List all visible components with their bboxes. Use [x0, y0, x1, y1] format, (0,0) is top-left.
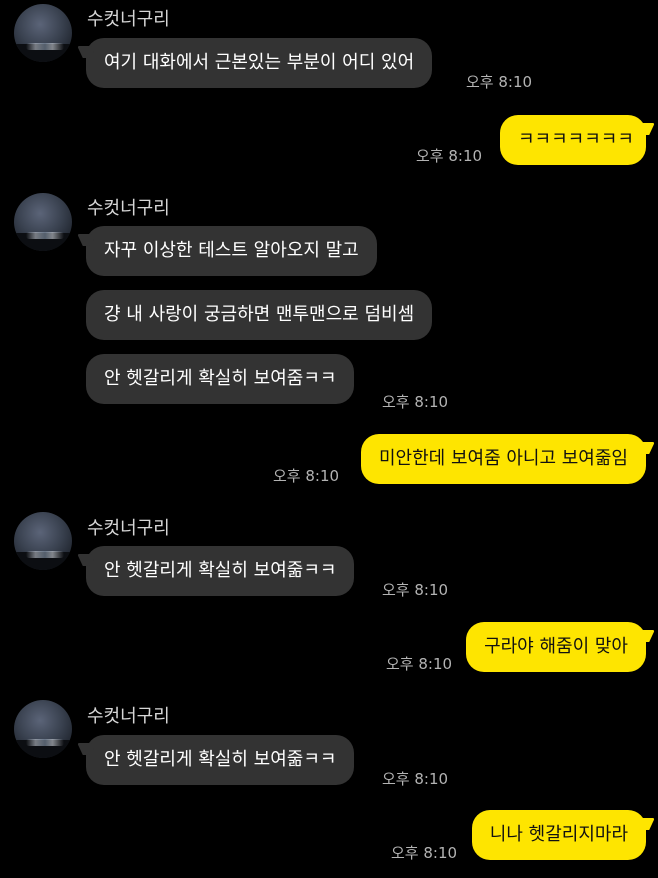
incoming-message[interactable]: 걍 내 사랑이 궁금하면 맨투맨으로 덤비셈 [86, 290, 433, 340]
message-time: 오후 8:10 [391, 844, 458, 862]
avatar[interactable] [14, 4, 72, 62]
sender-name: 수컷너구리 [87, 198, 170, 219]
message-time: 오후 8:10 [382, 770, 449, 788]
message-time: 오후 8:10 [386, 655, 453, 673]
incoming-message[interactable]: 안 헷갈리게 확실히 보여줆ㅋㅋ [86, 735, 355, 785]
outgoing-message[interactable]: ㅋㅋㅋㅋㅋㅋㅋ [500, 115, 646, 165]
incoming-message[interactable]: 자꾸 이상한 테스트 알아오지 말고 [86, 226, 377, 276]
message-time: 오후 8:10 [273, 467, 340, 485]
incoming-message[interactable]: 안 헷갈리게 확실히 보여줌ㅋㅋ [86, 354, 355, 404]
incoming-message[interactable]: 여기 대화에서 근본있는 부분이 어디 있어 [86, 38, 433, 88]
avatar[interactable] [14, 193, 72, 251]
outgoing-message[interactable]: 구라야 해줌이 맞아 [466, 622, 646, 672]
outgoing-message[interactable]: 미안한데 보여줌 아니고 보여줆임 [360, 434, 646, 484]
sender-name: 수컷너구리 [87, 518, 170, 539]
incoming-message[interactable]: 안 헷갈리게 확실히 보여줆ㅋㅋ [86, 546, 355, 596]
message-time: 오후 8:10 [416, 147, 483, 165]
sender-name: 수컷너구리 [87, 706, 170, 727]
message-time: 오후 8:10 [382, 393, 449, 411]
avatar[interactable] [14, 700, 72, 758]
outgoing-message[interactable]: 니나 헷갈리지마라 [471, 810, 646, 860]
message-time: 오후 8:10 [466, 73, 533, 91]
avatar[interactable] [14, 512, 72, 570]
message-time: 오후 8:10 [382, 581, 449, 599]
sender-name: 수컷너구리 [87, 9, 170, 30]
